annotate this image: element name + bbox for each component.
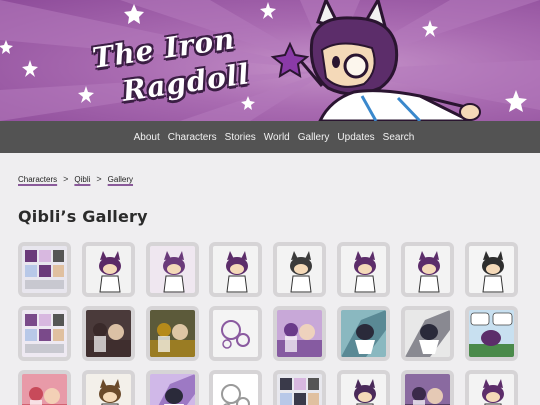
- thumbnail-image: [404, 310, 450, 357]
- gallery-thumbnail[interactable]: [273, 242, 327, 297]
- gallery-thumbnail[interactable]: [18, 306, 71, 361]
- site-banner: The Iron Ragdoll: [0, 0, 540, 121]
- site-logo[interactable]: The Iron Ragdoll: [88, 22, 251, 108]
- nav-item-stories[interactable]: Stories: [225, 132, 256, 143]
- gallery-thumbnail[interactable]: [81, 306, 135, 361]
- gallery-thumbnail[interactable]: [18, 370, 71, 405]
- thumbnail-image: [404, 246, 450, 293]
- gallery-thumbnail[interactable]: [18, 242, 71, 297]
- thumbnail-image: [85, 374, 131, 405]
- breadcrumb-qibli[interactable]: Qibli: [74, 175, 90, 184]
- gallery-thumbnail[interactable]: [273, 306, 327, 361]
- main-nav: About Characters Stories World Gallery U…: [0, 121, 540, 153]
- nav-item-search[interactable]: Search: [383, 132, 415, 143]
- thumbnail-image: [341, 310, 386, 357]
- banner-art: [0, 0, 540, 121]
- thumbnail-image: [468, 310, 514, 357]
- breadcrumb-separator: >: [63, 174, 69, 184]
- thumbnail-image: [213, 374, 259, 405]
- thumbnail-image: [277, 374, 323, 405]
- breadcrumb-separator: >: [96, 174, 102, 184]
- thumbnail-image: [341, 374, 386, 405]
- gallery-thumbnail[interactable]: [145, 306, 199, 361]
- thumbnail-image: [149, 310, 195, 357]
- gallery-thumbnail[interactable]: [337, 306, 390, 361]
- nav-item-gallery[interactable]: Gallery: [298, 132, 330, 143]
- gallery-thumbnail[interactable]: [145, 370, 199, 405]
- thumbnail-image: [22, 246, 67, 293]
- gallery-thumbnail[interactable]: [273, 370, 327, 405]
- gallery-thumbnail[interactable]: [464, 306, 518, 361]
- gallery-thumbnail[interactable]: [464, 370, 518, 405]
- gallery-thumbnail[interactable]: [209, 242, 263, 297]
- thumbnail-image: [149, 374, 195, 405]
- thumbnail-image: [149, 246, 195, 293]
- thumbnail-image: [277, 310, 323, 357]
- thumbnail-image: [277, 246, 323, 293]
- thumbnail-image: [85, 310, 131, 357]
- thumbnail-image: [341, 246, 386, 293]
- gallery-thumbnail[interactable]: [337, 242, 390, 297]
- gallery-thumbnail[interactable]: [209, 370, 263, 405]
- thumbnail-image: [213, 310, 259, 357]
- thumbnail-image: [468, 374, 514, 405]
- thumbnail-image: [85, 246, 131, 293]
- gallery-thumbnail[interactable]: [464, 242, 518, 297]
- thumbnail-image: [213, 246, 259, 293]
- gallery-thumbnail[interactable]: [209, 306, 263, 361]
- gallery-thumbnail[interactable]: [145, 242, 199, 297]
- page-title: Qibli’s Gallery: [18, 207, 148, 226]
- breadcrumb-characters[interactable]: Characters: [18, 175, 57, 184]
- gallery-thumbnail[interactable]: [400, 306, 454, 361]
- thumbnail-image: [22, 310, 67, 357]
- breadcrumb-gallery[interactable]: Gallery: [108, 175, 133, 184]
- gallery-thumbnail[interactable]: [400, 242, 454, 297]
- nav-item-characters[interactable]: Characters: [168, 132, 217, 143]
- thumbnail-image: [22, 374, 67, 405]
- nav-item-world[interactable]: World: [264, 132, 290, 143]
- gallery-thumbnail[interactable]: [400, 370, 454, 405]
- nav-item-about[interactable]: About: [134, 132, 160, 143]
- gallery-thumbnail[interactable]: [81, 242, 135, 297]
- gallery-thumbnail[interactable]: [81, 370, 135, 405]
- breadcrumb: Characters > Qibli > Gallery: [18, 174, 133, 184]
- thumbnail-image: [404, 374, 450, 405]
- thumbnail-image: [468, 246, 514, 293]
- nav-item-updates[interactable]: Updates: [337, 132, 374, 143]
- gallery-thumbnail[interactable]: [337, 370, 390, 405]
